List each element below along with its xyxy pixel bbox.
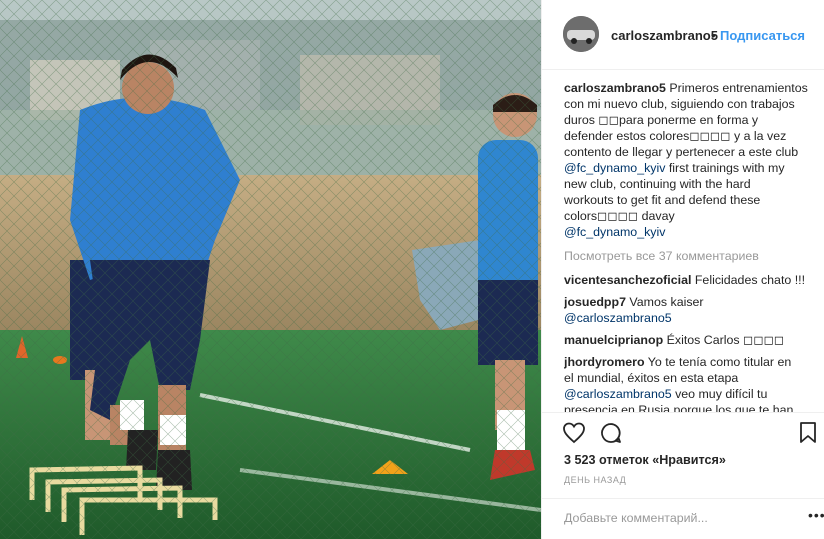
more-options-icon[interactable]: ••• [808,507,824,523]
comment-item: manuelciprianop Éxitos Carlos ◻◻◻◻ [564,332,814,348]
comment-text: presencia en Rusia porque los que te han [564,403,794,412]
comment-username[interactable]: josuedpp7 [564,295,626,309]
caption-line: defender estos colores◻◻◻◻ y a la vez [564,129,787,143]
comment-item: vicentesanchezoficial Felicidades chato … [564,272,814,288]
post-actions: 3 523 отметок «Нравится» День назад [542,412,824,508]
caption: carloszambrano5 Primeros entrenamientos … [564,80,814,240]
mention-link[interactable]: @carloszambrano5 [564,311,672,325]
avatar[interactable] [563,16,599,52]
header-username[interactable]: carloszambrano5 [611,28,718,43]
post-header: carloszambrano5 • Подписаться [542,0,824,70]
comment-item: josuedpp7 Vamos kaiser @carloszambrano5 [564,294,814,326]
caption-line: colors◻◻◻◻ davay [564,209,675,223]
caption-line: con mi nuevo club, siguiendo con trabajo… [564,97,795,111]
comments-list[interactable]: carloszambrano5 Primeros entrenamientos … [564,80,814,412]
comment-username[interactable]: manuelciprianop [564,333,663,347]
post-photo[interactable] [0,0,541,539]
caption-line: new club, continuing with the hard [564,177,751,191]
mention-link[interactable]: @fc_dynamo_kyiv [564,225,665,239]
comment-text: Éxitos Carlos ◻◻◻◻ [666,333,785,347]
caption-line: workouts to get fit and defend these [564,193,761,207]
post-timestamp[interactable]: День назад [564,475,626,485]
post-side-panel: carloszambrano5 • Подписаться carloszamb… [541,0,824,539]
likes-count[interactable]: 3 523 отметок «Нравится» [564,453,726,467]
separator-dot: • [711,28,716,43]
comment-item: jhordyromero Yo te tenía como titular en… [564,354,814,412]
heart-icon[interactable] [562,421,586,450]
comment-icon[interactable] [599,421,623,450]
caption-line: Primeros entrenamientos [669,81,808,95]
follow-button[interactable]: Подписаться [720,28,805,43]
comment-text: veo muy difícil tu [671,387,768,401]
caption-line: duros ◻◻para ponerme en forma y [564,113,759,127]
comment-text: Felicidades chato !!! [694,273,806,287]
mention-link[interactable]: @fc_dynamo_kyiv [564,161,665,175]
comment-text: Vamos kaiser [629,295,704,309]
comment-text: Yo te tenía como titular en [647,355,792,369]
caption-line: contento de llegar y pertenecer a este c… [564,145,799,159]
comment-username[interactable]: vicentesanchezoficial [564,273,691,287]
view-all-comments-link[interactable]: Посмотреть все 37 комментариев [564,248,814,264]
add-comment-bar: ••• [542,498,824,539]
caption-line: first trainings with my [665,161,785,175]
comment-input[interactable] [562,507,786,529]
comment-username[interactable]: jhordyromero [564,355,645,369]
bookmark-icon[interactable] [798,421,818,450]
caption-username[interactable]: carloszambrano5 [564,81,666,95]
mention-link[interactable]: @carloszambrano5 [564,387,672,401]
comment-text: el mundial, éxitos en esta etapa [564,371,739,385]
